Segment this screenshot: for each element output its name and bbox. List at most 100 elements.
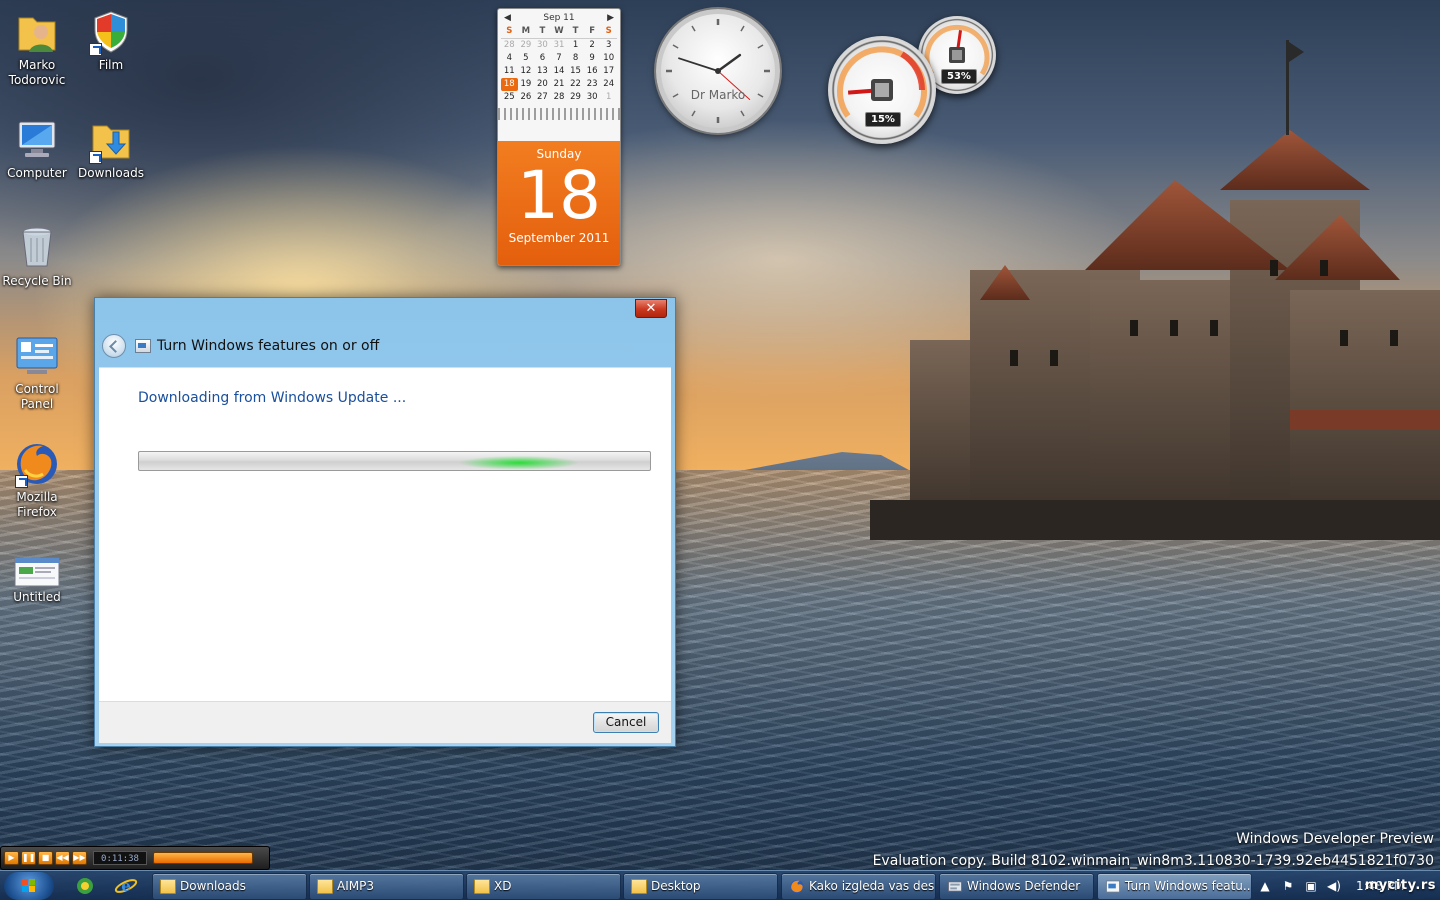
calendar-day[interactable]: 25 — [501, 91, 518, 104]
dialog-close-button[interactable]: ✕ — [635, 299, 667, 318]
calendar-day[interactable]: 7 — [551, 52, 568, 65]
calendar-day[interactable]: 23 — [584, 78, 601, 91]
calendar-day[interactable]: 11 — [501, 65, 518, 78]
calendar-today[interactable]: 18 — [501, 78, 518, 91]
calendar-day[interactable]: 27 — [534, 91, 551, 104]
desktop-icon-label: Marko Todorovic — [8, 58, 66, 87]
calendar-day[interactable]: 13 — [534, 65, 551, 78]
clock-tick — [757, 44, 764, 49]
calendar-day[interactable]: 21 — [551, 78, 568, 91]
calendar-day[interactable]: 5 — [518, 52, 535, 65]
calendar-day[interactable]: 17 — [600, 65, 617, 78]
calendar-weekday-header: M — [517, 25, 535, 39]
calendar-day[interactable]: 28 — [551, 91, 568, 104]
desktop-icon-recycle-bin[interactable]: Recycle Bin — [0, 224, 74, 289]
calendar-day[interactable]: 29 — [518, 39, 535, 52]
calendar-day[interactable]: 30 — [584, 91, 601, 104]
taskbar-item-firefox[interactable]: Kako izgleda vas des... — [781, 873, 936, 900]
desktop-icon-downloads[interactable]: Downloads — [74, 116, 148, 181]
desktop-icon-control-panel[interactable]: Control Panel — [0, 332, 74, 412]
cpu-meter[interactable]: 15% — [828, 36, 936, 144]
calendar-day[interactable]: 14 — [551, 65, 568, 78]
taskbar-item-label: AIMP3 — [337, 879, 374, 893]
calendar-month-label: Sep 11 — [543, 13, 575, 23]
desktop-icon-computer[interactable]: Computer — [0, 116, 74, 181]
downloads-folder-icon — [87, 116, 135, 164]
taskbar-item-label: Windows Defender — [967, 879, 1081, 893]
desktop-icon-untitled[interactable]: Untitled — [0, 556, 74, 605]
windows-features-dialog[interactable]: ✕ Turn Windows features on or off Downlo… — [94, 297, 676, 747]
calendar-weekday-header: T — [534, 25, 551, 39]
watermark-line-1: Windows Developer Preview — [1236, 831, 1434, 847]
taskbar-item-xd[interactable]: XD — [466, 873, 621, 900]
calendar-day[interactable]: 30 — [534, 39, 551, 52]
calendar-header: ◀ Sep 11 ▶ — [498, 9, 620, 23]
calendar-gadget[interactable]: ◀ Sep 11 ▶ S M T W T F S 28 29 30 31 1 2 3 4 5 6 7 8 9 10 11 1… — [497, 8, 621, 266]
cpu-percent: 15% — [865, 112, 901, 127]
taskbar-item-desktop[interactable]: Desktop — [623, 873, 778, 900]
calendar-day[interactable]: 6 — [534, 52, 551, 65]
play-icon[interactable]: ▶ — [4, 851, 19, 865]
clock-tick — [691, 25, 696, 32]
internet-explorer-button[interactable]: e — [113, 874, 139, 898]
calendar-day[interactable]: 20 — [534, 78, 551, 91]
pause-icon[interactable]: ❚❚ — [21, 851, 36, 865]
desktop-icon-film[interactable]: Film — [74, 8, 148, 73]
clock-face — [666, 19, 770, 123]
calendar-day[interactable]: 15 — [567, 65, 584, 78]
volume-icon[interactable]: ◀) — [1327, 879, 1341, 893]
next-month-icon[interactable]: ▶ — [607, 13, 614, 23]
desktop-icon-firefox[interactable]: Mozilla Firefox — [0, 440, 74, 520]
previous-icon[interactable]: ◀◀ — [55, 851, 70, 865]
desktop-icon-user[interactable]: Marko Todorovic — [0, 8, 74, 88]
calendar-day[interactable]: 22 — [567, 78, 584, 91]
windows-features-icon — [135, 339, 151, 353]
prev-month-icon[interactable]: ◀ — [504, 13, 511, 23]
player-seek-bar[interactable] — [153, 852, 253, 864]
stop-icon[interactable]: ■ — [38, 851, 53, 865]
show-hidden-icons-icon[interactable]: ▲ — [1258, 879, 1272, 893]
next-icon[interactable]: ▶▶ — [72, 851, 87, 865]
calendar-day[interactable]: 26 — [518, 91, 535, 104]
calendar-day-number: 18 — [517, 157, 601, 234]
taskbar-item-label: Downloads — [180, 879, 246, 893]
calendar-grid: S M T W T F S 28 29 30 31 1 2 3 4 5 6 7 8 9 10 11 12 13 14 15 16 17… — [498, 23, 620, 104]
start-button[interactable] — [4, 872, 54, 900]
taskbar-item-downloads[interactable]: Downloads — [152, 873, 307, 900]
calendar-day[interactable]: 1 — [567, 39, 584, 52]
shortcut-arrow-icon — [89, 151, 102, 164]
clock-gadget[interactable]: Dr Marko — [656, 9, 780, 133]
calendar-day[interactable]: 24 — [600, 78, 617, 91]
taskbar-item-windows-defender[interactable]: Windows Defender — [939, 873, 1094, 900]
pinned-app-icon[interactable] — [72, 874, 98, 898]
clock-minute-hand — [678, 57, 719, 72]
calendar-day[interactable]: 4 — [501, 52, 518, 65]
svg-text:e: e — [121, 877, 131, 895]
back-arrow-icon[interactable] — [102, 334, 126, 358]
calendar-day[interactable]: 9 — [584, 52, 601, 65]
calendar-day[interactable]: 12 — [518, 65, 535, 78]
shortcut-arrow-icon — [89, 43, 102, 56]
network-icon[interactable]: ▣ — [1304, 879, 1318, 893]
cancel-button[interactable]: Cancel — [593, 712, 659, 733]
desktop-icon-label: Recycle Bin — [2, 274, 72, 288]
taskbar-item-aimp3[interactable]: AIMP3 — [309, 873, 464, 900]
aimp-mini-player[interactable]: ▶ ❚❚ ■ ◀◀ ▶▶ 0:11:38 — [0, 846, 270, 870]
calendar-day[interactable]: 28 — [501, 39, 518, 52]
calendar-day[interactable]: 16 — [584, 65, 601, 78]
calendar-day[interactable]: 3 — [600, 39, 617, 52]
calendar-day[interactable]: 1 — [600, 91, 617, 104]
dialog-footer: Cancel — [99, 701, 671, 743]
calendar-day[interactable]: 10 — [600, 52, 617, 65]
taskbar-item-windows-features[interactable]: Turn Windows featu... — [1097, 873, 1252, 900]
wallpaper-castle — [870, 40, 1440, 540]
calendar-day[interactable]: 31 — [551, 39, 568, 52]
calendar-day[interactable]: 29 — [567, 91, 584, 104]
action-center-flag-icon[interactable]: ⚑ — [1281, 879, 1295, 893]
calendar-day[interactable]: 8 — [567, 52, 584, 65]
calendar-day[interactable]: 2 — [584, 39, 601, 52]
shield-icon — [87, 8, 135, 56]
calendar-day[interactable]: 19 — [518, 78, 535, 91]
desktop-icon-label: Computer — [7, 166, 67, 180]
media-app-icon — [77, 878, 93, 894]
